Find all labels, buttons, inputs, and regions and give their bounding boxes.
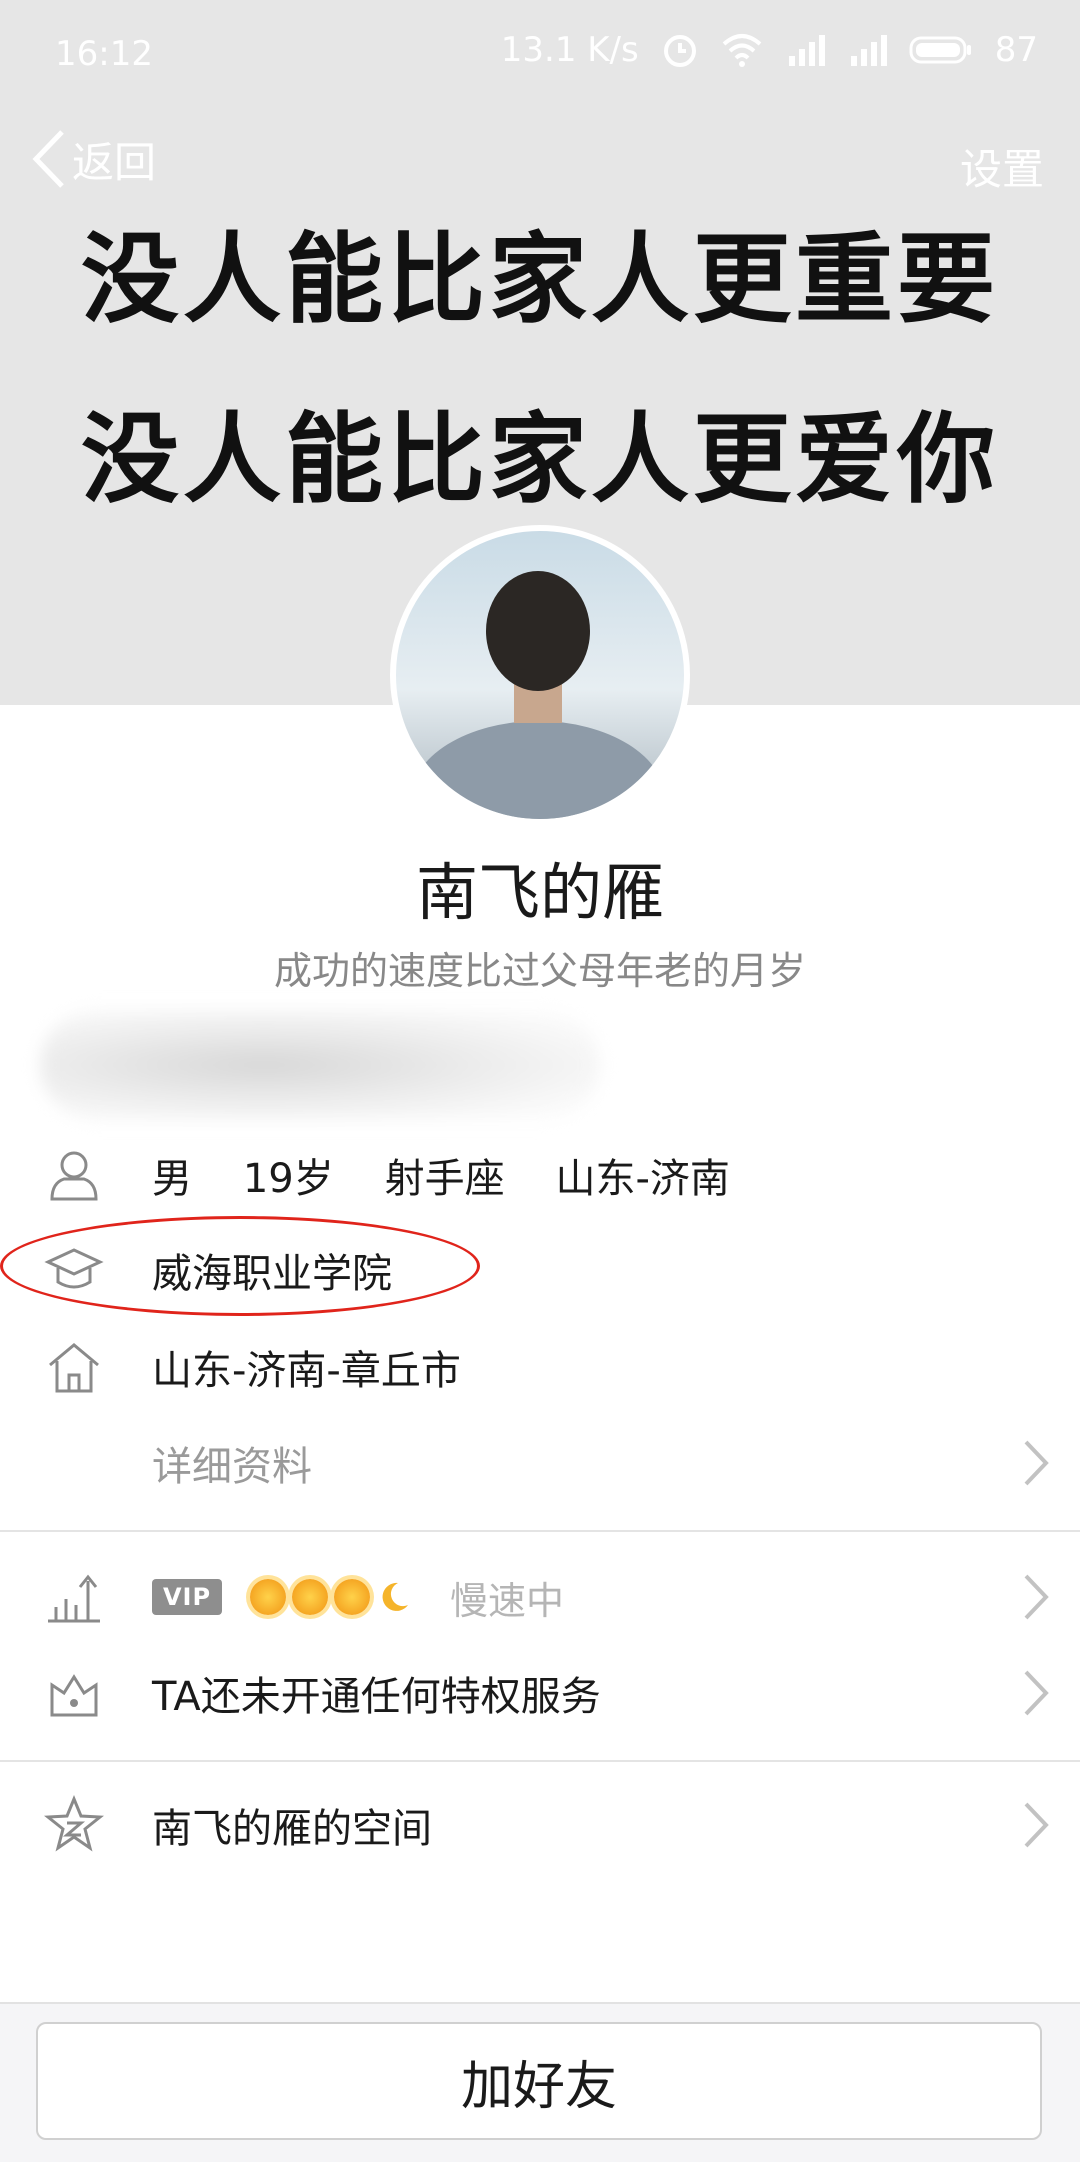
sun-icon xyxy=(334,1579,370,1615)
cover-text-line-1: 没人能比家人更重要 xyxy=(80,223,999,337)
battery-level: 87 xyxy=(994,30,1038,70)
highlight-annotation xyxy=(0,1216,480,1316)
hometown-text: 山东-济南-章丘市 xyxy=(152,1348,461,1394)
status-bar: 16:12 13.1 K/s 87 xyxy=(0,0,1080,110)
moon-icon xyxy=(382,1582,408,1611)
signal-icon-1 xyxy=(785,32,825,68)
signal-icon-2 xyxy=(847,32,887,68)
chevron-right-icon xyxy=(1024,1670,1049,1716)
signature: 成功的速度比过父母年老的月岁 xyxy=(273,949,806,993)
sun-icon xyxy=(292,1579,328,1615)
back-label: 返回 xyxy=(72,137,157,187)
vip-status: 慢速中 xyxy=(450,1578,565,1623)
wifi-icon xyxy=(721,32,763,68)
home-icon xyxy=(49,1343,99,1393)
basic-info-row: 男 19岁 射手座 山东-济南 xyxy=(0,1130,1080,1220)
chevron-right-icon xyxy=(1024,1440,1049,1486)
divider xyxy=(0,1760,1080,1762)
level-icons xyxy=(250,1579,412,1615)
vip-level-row[interactable]: VIP 慢速中 xyxy=(0,1552,1080,1642)
chevron-right-icon xyxy=(1024,1802,1049,1848)
crown-box-icon xyxy=(50,1674,98,1717)
basic-info-text: 男 19岁 射手座 山东-济南 xyxy=(152,1156,730,1202)
status-time: 16:12 xyxy=(55,34,153,74)
detailed-info-link[interactable]: 详细资料 xyxy=(0,1418,1080,1508)
chevron-left-icon xyxy=(32,130,64,188)
hometown-row: 山东-济南-章丘市 xyxy=(0,1322,1080,1412)
star-z-icon xyxy=(44,1795,104,1852)
privilege-text: TA还未开通任何特权服务 xyxy=(152,1674,601,1720)
nickname: 南飞的雁 xyxy=(415,856,664,929)
level-up-chart-icon xyxy=(48,1574,100,1623)
qzone-row[interactable]: 南飞的雁的空间 xyxy=(0,1780,1080,1870)
detailed-info-label: 详细资料 xyxy=(152,1444,312,1490)
battery-icon xyxy=(909,34,973,66)
net-speed: 13.1 K/s xyxy=(500,30,639,70)
back-button[interactable]: 返回 xyxy=(28,128,156,190)
cover-text-line-2: 没人能比家人更爱你 xyxy=(80,403,999,517)
person-icon xyxy=(50,1151,98,1201)
blurred-content xyxy=(40,1010,600,1120)
privilege-row[interactable]: TA还未开通任何特权服务 xyxy=(0,1648,1080,1738)
add-friend-button[interactable]: 加好友 xyxy=(36,2022,1042,2140)
qzone-label: 南飞的雁的空间 xyxy=(152,1806,432,1852)
divider xyxy=(0,1530,1080,1532)
status-indicators: 13.1 K/s 87 xyxy=(501,30,1038,70)
alarm-icon xyxy=(661,31,699,69)
avatar[interactable] xyxy=(390,525,690,825)
settings-button[interactable]: 设置 xyxy=(960,136,1044,197)
sun-icon xyxy=(250,1579,286,1615)
chevron-right-icon xyxy=(1024,1574,1049,1620)
vip-badge: VIP xyxy=(152,1579,222,1615)
